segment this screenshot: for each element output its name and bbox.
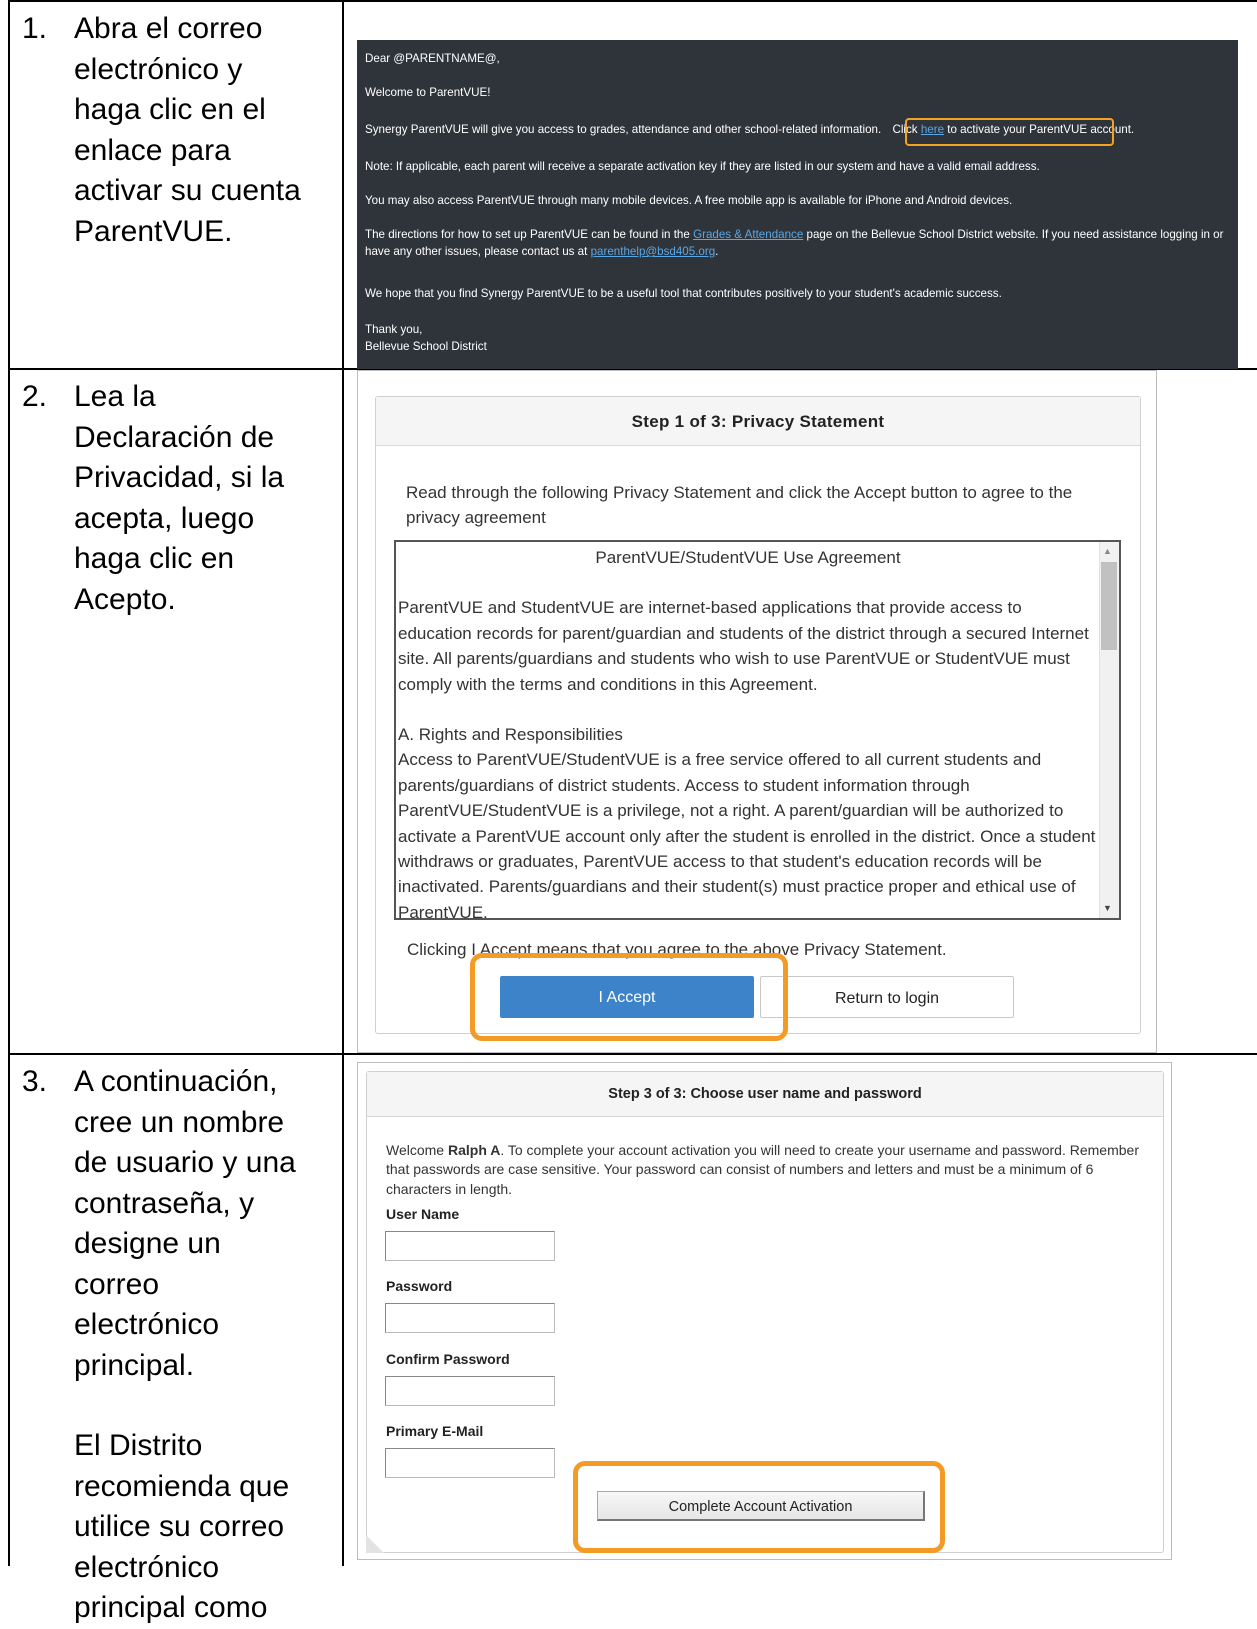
- step-line: recomienda que: [74, 1469, 290, 1503]
- step-number: 2.: [22, 380, 48, 413]
- step-line: acepta, luego: [74, 501, 255, 535]
- accept-button-highlight: [470, 953, 788, 1041]
- user-display-name: Ralph A: [447, 1142, 501, 1158]
- email-thanks: Thank you,: [365, 323, 423, 336]
- step-line: Privacidad, si la: [74, 461, 285, 494]
- confirm-password-input[interactable]: [385, 1376, 555, 1406]
- step-line: electrónico: [74, 1550, 220, 1584]
- step-line: Acepto.: [74, 582, 176, 616]
- step-number: 1.: [22, 12, 48, 45]
- agreement-scrollbar-thumb[interactable]: [1101, 562, 1117, 650]
- welcome-prefix: Welcome: [386, 1142, 445, 1158]
- step-line: El Distrito: [74, 1429, 203, 1462]
- agreement-text: ParentVUE/StudentVUE Use Agreement Paren…: [398, 545, 1098, 920]
- email-directions-prefix: The directions for how to set up ParentV…: [365, 228, 690, 241]
- step-line: cree un nombre: [74, 1105, 285, 1139]
- table-border-left: [8, 0, 10, 1566]
- agreement-paragraph: Access to ParentVUE/StudentVUE is a free…: [398, 750, 1096, 920]
- email-welcome: Welcome to ParentVUE!: [365, 86, 491, 99]
- email-access-text: Synergy ParentVUE will give you access t…: [365, 123, 882, 136]
- email-directions-end: .: [715, 245, 719, 258]
- return-to-login-button[interactable]: Return to login: [760, 976, 1014, 1018]
- step-line: de usuario y una: [74, 1146, 296, 1179]
- email-greeting: Dear @PARENTNAME@,: [365, 52, 500, 65]
- account-card-header: Step 3 of 3: Choose user name and passwo…: [367, 1072, 1163, 1117]
- agreement-title: ParentVUE/StudentVUE Use Agreement: [595, 548, 901, 567]
- step-line: haga clic en: [74, 542, 235, 575]
- corner-shading: [366, 1535, 384, 1553]
- account-welcome-text: Welcome Ralph A. To complete your accoun…: [386, 1141, 1156, 1199]
- table-row-divider-2: [8, 1053, 1257, 1055]
- email-hope: We hope that you find Synergy ParentVUE …: [365, 287, 1002, 300]
- step-line: utilice su correo: [74, 1510, 285, 1543]
- password-label: Password: [386, 1278, 453, 1294]
- parenthelp-email-link[interactable]: parenthelp@bsd405.org: [591, 245, 716, 258]
- step-line: correo: [74, 1267, 160, 1301]
- step-line: Lea la: [74, 380, 156, 413]
- step-line: Declaración de: [74, 420, 275, 454]
- email-directions: The directions for how to set up ParentV…: [365, 226, 1225, 260]
- step-line: enlace para: [74, 133, 231, 167]
- step-line: haga clic en el: [74, 93, 266, 126]
- email-mobile: You may also access ParentVUE through ma…: [365, 194, 1013, 207]
- step-line: electrónico y: [74, 52, 243, 86]
- step-number: 3.: [22, 1065, 48, 1098]
- table-border-top: [8, 0, 1257, 2]
- table-column-divider: [342, 0, 344, 1566]
- scroll-up-arrow-icon[interactable]: ▲: [1103, 546, 1112, 556]
- email-note: Note: If applicable, each parent will re…: [365, 160, 1040, 173]
- username-input[interactable]: [385, 1231, 555, 1261]
- complete-button-highlight: [573, 1461, 945, 1553]
- step-line: principal.: [74, 1348, 195, 1382]
- privacy-card-header: Step 1 of 3: Privacy Statement: [376, 397, 1140, 446]
- agreement-section-heading: A. Rights and Responsibilities: [398, 725, 623, 745]
- confirm-password-label: Confirm Password: [386, 1351, 510, 1367]
- step-line: ParentVUE.: [74, 214, 233, 248]
- primary-email-input[interactable]: [385, 1448, 555, 1478]
- username-label: User Name: [386, 1206, 460, 1222]
- agreement-paragraph: ParentVUE and StudentVUE are internet-ba…: [398, 598, 1089, 694]
- step-line: activar su cuenta: [74, 174, 301, 207]
- activation-email: Dear @PARENTNAME@, Welcome to ParentVUE!…: [357, 40, 1238, 369]
- email-signature: Bellevue School District: [365, 340, 487, 353]
- step-line: Abra el correo: [74, 12, 263, 45]
- step-line: contraseña, y: [74, 1186, 255, 1220]
- privacy-intro: Read through the following Privacy State…: [406, 483, 1073, 527]
- step-line: principal como: [74, 1591, 268, 1624]
- password-input[interactable]: [385, 1303, 555, 1333]
- grades-attendance-link[interactable]: Grades & Attendance: [693, 228, 803, 241]
- scroll-down-arrow-icon[interactable]: ▼: [1103, 903, 1112, 913]
- primary-email-label: Primary E-Mail: [386, 1423, 484, 1439]
- step-line: A continuación,: [74, 1065, 278, 1098]
- step-line: designe un: [74, 1227, 221, 1260]
- agreement-scroll-box[interactable]: ParentVUE/StudentVUE Use Agreement Paren…: [394, 540, 1121, 920]
- activation-link-highlight: [905, 118, 1114, 146]
- step-line: electrónico: [74, 1308, 220, 1341]
